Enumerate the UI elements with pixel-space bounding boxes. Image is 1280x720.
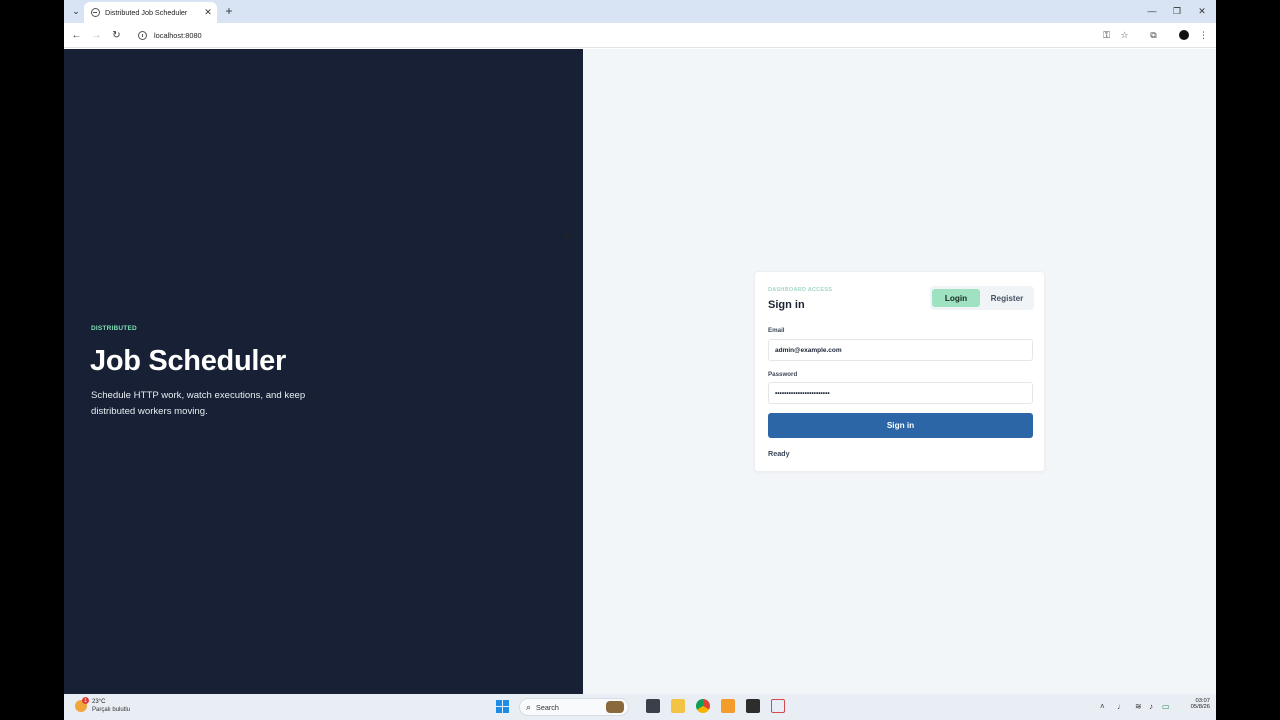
taskbar: 1 23°C Parçalı bulutlu ⌕ Search ˄ ♩ ≋ ♪ … (64, 694, 1216, 720)
tab-strip: ⌄ Distributed Job Scheduler ✕ + — ❐ ✕ (64, 0, 1216, 23)
browser-tab[interactable]: Distributed Job Scheduler ✕ (84, 2, 217, 23)
back-icon[interactable]: ← (69, 28, 84, 43)
browser-toolbar: ← → ↻ localhost:8080 ⚿ ☆ ⧉ ⋮ (64, 23, 1216, 48)
search-highlight-icon (606, 701, 624, 713)
password-field[interactable]: •••••••••••••••••••••••• (768, 382, 1033, 404)
start-windows-icon[interactable] (496, 700, 509, 713)
volume-icon[interactable]: ♪ (1149, 702, 1153, 711)
search-icon: ⌕ (526, 701, 532, 712)
wifi-icon[interactable]: ≋ (1135, 702, 1142, 711)
weather-badge: 1 (82, 697, 89, 704)
card-eyebrow: DASHBOARD ACCESS (768, 287, 833, 293)
more-menu-icon[interactable]: ⋮ (1196, 28, 1211, 43)
clock-date: 05/8/26 (1190, 704, 1210, 710)
brave-browser-icon[interactable] (721, 699, 735, 713)
browser-window: ⌄ Distributed Job Scheduler ✕ + — ❐ ✕ ← … (64, 0, 1216, 694)
hero-panel: DISTRIBUTED Job Scheduler Schedule HTTP … (64, 49, 583, 694)
url-text: localhost:8080 (154, 31, 202, 40)
hero-title: Job Scheduler (90, 345, 286, 377)
profile-avatar-icon[interactable] (1179, 30, 1189, 40)
password-label: Password (768, 371, 798, 378)
status-text: Ready (768, 449, 790, 458)
email-label: Email (768, 327, 785, 334)
tab-login[interactable]: Login (932, 289, 980, 307)
weather-description: Parçalı bulutlu (92, 707, 131, 713)
tab-title: Distributed Job Scheduler (105, 8, 188, 17)
weather-widget[interactable]: 1 23°C Parçalı bulutlu (75, 697, 155, 717)
file-explorer-icon[interactable] (671, 699, 685, 713)
restore-icon[interactable]: ❐ (1166, 3, 1188, 19)
email-field[interactable]: admin@example.com (768, 339, 1033, 361)
bookmark-star-icon[interactable]: ☆ (1117, 28, 1132, 43)
hero-eyebrow: DISTRIBUTED (91, 325, 137, 332)
tray-overflow-chevron-icon[interactable]: ˄ (1100, 702, 1105, 711)
close-tab-icon[interactable]: ✕ (202, 7, 214, 19)
extensions-icon[interactable]: ⧉ (1146, 28, 1161, 43)
new-tab-plus-icon[interactable]: + (222, 4, 236, 18)
forward-icon[interactable]: → (89, 28, 104, 43)
microphone-icon[interactable]: ♩ (1117, 702, 1125, 711)
terminal-icon[interactable] (746, 699, 760, 713)
card-title: Sign in (768, 299, 805, 311)
auth-mode-switch: Login Register (930, 286, 1034, 310)
battery-icon[interactable]: ▭ (1162, 702, 1170, 711)
search-placeholder: Search (536, 702, 559, 712)
weather-temperature: 23°C (92, 699, 106, 705)
reload-icon[interactable]: ↻ (109, 28, 124, 43)
sign-in-card: DASHBOARD ACCESS Sign in Login Register … (754, 271, 1045, 472)
globe-icon (91, 8, 100, 17)
site-info-icon[interactable] (138, 31, 147, 40)
desktop-screen: ⌄ Distributed Job Scheduler ✕ + — ❐ ✕ ← … (0, 0, 1280, 720)
auth-panel: DASHBOARD ACCESS Sign in Login Register … (583, 49, 1216, 694)
sign-in-button[interactable]: Sign in (768, 413, 1033, 438)
close-window-icon[interactable]: ✕ (1191, 3, 1213, 19)
tab-search-chevron-icon[interactable]: ⌄ (69, 4, 83, 18)
taskbar-search[interactable]: ⌕ Search (519, 698, 629, 716)
snipping-tool-icon[interactable] (771, 699, 785, 713)
address-bar[interactable]: localhost:8080 (134, 27, 1134, 44)
minimize-icon[interactable]: — (1141, 3, 1163, 19)
system-clock[interactable]: 03:07 05/8/26 (1174, 698, 1210, 710)
hero-description: Schedule HTTP work, watch executions, an… (91, 390, 306, 417)
chrome-icon[interactable] (696, 699, 710, 713)
page-content: DISTRIBUTED Job Scheduler Schedule HTTP … (64, 49, 1216, 694)
task-view-icon[interactable] (646, 699, 660, 713)
tab-register[interactable]: Register (982, 289, 1032, 307)
password-key-icon[interactable]: ⚿ (1099, 28, 1114, 43)
